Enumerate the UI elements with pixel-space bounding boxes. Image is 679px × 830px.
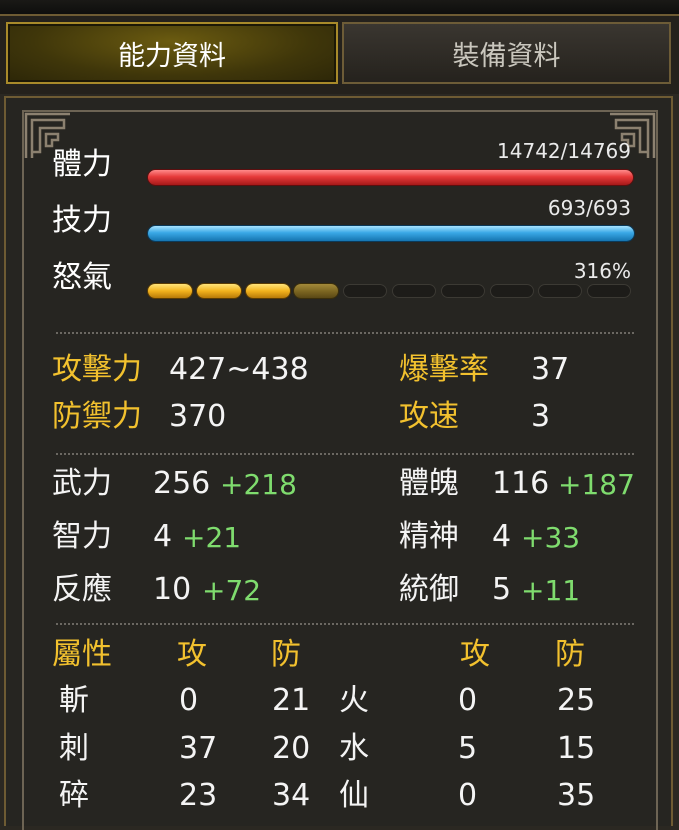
stat-label: 反應 xyxy=(52,572,112,607)
rage-segment xyxy=(489,284,534,298)
crit-value: 37 xyxy=(531,352,570,387)
stat-label: 精神 xyxy=(399,519,459,554)
hp-label: 體力 xyxy=(52,147,112,182)
rage-segment xyxy=(538,284,583,298)
attribute-def: 20 xyxy=(272,731,311,766)
attribute-name: 水 xyxy=(339,731,369,766)
defense-value: 370 xyxy=(169,399,227,434)
attribute-name: 斬 xyxy=(59,683,89,718)
attribute-header-def: 防 xyxy=(271,637,301,672)
rage-segment xyxy=(148,284,192,298)
attribute-atk: 0 xyxy=(179,683,199,718)
attribute-atk: 23 xyxy=(179,778,218,813)
divider xyxy=(56,453,634,455)
attribute-def: 35 xyxy=(557,778,596,813)
stat-bonus: +33 xyxy=(521,521,581,554)
attribute-header-atk: 攻 xyxy=(460,637,490,672)
hp-value: 14742/14769 xyxy=(497,139,631,163)
attribute-atk: 5 xyxy=(458,731,478,766)
rage-segment xyxy=(392,284,436,298)
attribute-atk: 0 xyxy=(458,683,478,718)
rage-segment xyxy=(587,284,632,298)
speed-label: 攻速 xyxy=(399,399,459,434)
hp-bar xyxy=(148,170,634,185)
mp-bar-fill xyxy=(148,226,634,241)
rage-segment xyxy=(440,284,485,298)
attribute-def: 21 xyxy=(272,683,311,718)
attribute-atk: 37 xyxy=(179,731,218,766)
stat-base: 5 xyxy=(492,572,512,607)
crit-label: 爆擊率 xyxy=(399,352,489,387)
hp-bar-fill xyxy=(148,170,634,185)
tab-equipment[interactable]: 裝備資料 xyxy=(342,22,671,84)
mp-value: 693/693 xyxy=(547,196,631,220)
rage-segment xyxy=(245,284,290,298)
speed-value: 3 xyxy=(531,399,551,434)
attribute-def: 15 xyxy=(557,731,596,766)
rage-segment xyxy=(294,284,339,298)
tab-abilities[interactable]: 能力資料 xyxy=(6,22,338,84)
top-frame-strip xyxy=(0,0,679,16)
stat-label: 統御 xyxy=(399,572,459,607)
attribute-name: 仙 xyxy=(339,778,369,813)
stats-panel: 體力 14742/14769 技力 693/693 怒氣 316% 攻擊力 42… xyxy=(4,96,673,830)
divider xyxy=(56,332,634,334)
stat-bonus: +218 xyxy=(220,468,297,501)
stat-bonus: +187 xyxy=(558,468,635,501)
attribute-header-title: 屬性 xyxy=(52,637,112,672)
stat-bonus: +21 xyxy=(182,521,242,554)
rage-value: 316% xyxy=(573,259,631,283)
stat-base: 4 xyxy=(492,519,512,554)
stat-label: 智力 xyxy=(52,519,112,554)
rage-label: 怒氣 xyxy=(52,260,112,295)
stat-base: 116 xyxy=(492,466,550,501)
attribute-name: 刺 xyxy=(59,731,89,766)
attribute-name: 碎 xyxy=(59,778,89,813)
tab-bar: 能力資料 裝備資料 xyxy=(0,16,679,94)
attribute-header-def: 防 xyxy=(555,637,585,672)
mp-label: 技力 xyxy=(52,203,112,238)
stat-base: 256 xyxy=(153,466,211,501)
mp-bar xyxy=(148,226,634,241)
stat-label: 體魄 xyxy=(399,466,459,501)
attribute-name: 火 xyxy=(339,683,369,718)
attribute-def: 25 xyxy=(557,683,596,718)
attack-label: 攻擊力 xyxy=(52,352,142,387)
attack-value: 427~438 xyxy=(169,352,309,387)
rage-segment xyxy=(343,284,388,298)
rage-segment xyxy=(196,284,241,298)
divider xyxy=(56,623,634,625)
attribute-atk: 0 xyxy=(458,778,478,813)
stat-bonus: +11 xyxy=(521,574,581,607)
stat-bonus: +72 xyxy=(202,574,262,607)
stat-base: 4 xyxy=(153,519,173,554)
attribute-def: 34 xyxy=(272,778,311,813)
defense-label: 防禦力 xyxy=(52,399,142,434)
stat-label: 武力 xyxy=(52,466,112,501)
stat-base: 10 xyxy=(153,572,192,607)
attribute-header-atk: 攻 xyxy=(177,637,207,672)
